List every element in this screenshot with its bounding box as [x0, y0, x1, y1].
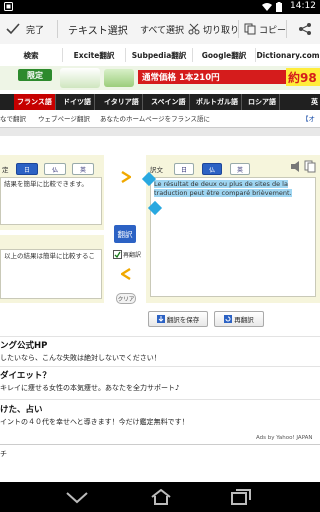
wifi-icon — [262, 2, 272, 11]
ad-list-item[interactable]: ング公式HP したいなら、こんな失敗は絶対しないでください！ — [0, 339, 320, 362]
copy-document-icon[interactable] — [304, 160, 316, 173]
system-nav-bar — [0, 482, 320, 512]
target-textarea[interactable]: Le résultat de deux ou plus de sites de … — [150, 177, 316, 297]
translate-button[interactable]: 翻訳 — [114, 225, 136, 243]
source-lang-ja-button[interactable]: 日 — [16, 163, 38, 175]
status-bar: 14:12 — [0, 0, 320, 14]
ad-banner[interactable]: 限定 通常価格 1本210円 約98 — [0, 66, 320, 90]
share-button[interactable] — [298, 14, 312, 44]
copy-icon — [244, 23, 256, 35]
target-lang-en-button[interactable]: 英 — [230, 163, 250, 175]
source-lang-en-button[interactable]: 英 — [72, 163, 94, 175]
collapse-keyboard-icon[interactable] — [64, 490, 90, 504]
translate-area: 定 日 仏 英 結果を簡単に比較できます。 以上の結果は簡単に比較するこ 翻訳 … — [0, 155, 320, 335]
tab-subpedia[interactable]: Subpedia翻訳 — [126, 44, 192, 66]
ad-list-item[interactable]: ダイエット？ キレイに痩せる女性の本気痩せ。あなたを全力サポート♪ — [0, 369, 320, 392]
speaker-icon[interactable] — [290, 161, 302, 172]
action-bar-title: テキスト選択 — [68, 25, 128, 37]
ad-list-title: けた、占い — [0, 405, 43, 415]
subnav-webpage-translate[interactable]: ウェブページ翻訳 — [38, 113, 90, 123]
ad-list-item[interactable]: けた、占い イントの４０代を幸せへと導きます！今だけ鑑定無料です！ — [0, 403, 320, 426]
tab-search[interactable]: 検索 — [0, 44, 62, 66]
footer-text: チ — [0, 450, 7, 458]
target-lang-ja-button[interactable]: 日 — [174, 163, 194, 175]
retranslate-checkbox[interactable]: 再翻訳 — [113, 250, 141, 259]
ad-list-title: ダイエット？ — [0, 371, 51, 381]
ad-discount-text: 約98 — [286, 68, 320, 86]
target-panel: 訳文 日 仏 英 Le résultat de deux ou plus de … — [141, 155, 320, 303]
share-icon — [299, 23, 311, 35]
save-translation-label: 翻訳を保存 — [166, 316, 200, 324]
ad-list-desc: したいなら、こんな失敗は絶対しないでください！ — [0, 354, 161, 362]
ad-price-text: 通常価格 1本210円 — [138, 70, 286, 84]
source-panel: 定 日 仏 英 結果を簡単に比較できます。 — [0, 155, 104, 230]
ad-list-desc: イントの４０代を幸せへと導きます！今だけ鑑定無料です！ — [0, 418, 189, 426]
lang-russian[interactable]: ロシア語 — [245, 94, 280, 110]
lang-english[interactable]: 英 — [308, 94, 320, 110]
subnav-text-translate[interactable]: なで翻訳 — [0, 113, 26, 123]
checkbox-icon — [113, 250, 122, 259]
source-label: 定 — [2, 166, 9, 174]
ads-by-yahoo-link[interactable]: Ads by Yahoo! JAPAN — [256, 435, 313, 441]
lang-german[interactable]: ドイツ語 — [60, 94, 95, 110]
cut-button[interactable]: 切り取り — [188, 14, 239, 44]
lang-french[interactable]: フランス語 — [14, 94, 56, 110]
retranslated-textarea[interactable]: 以上の結果は簡単に比較するこ — [0, 249, 102, 299]
select-all-button[interactable]: すべて選択 — [140, 14, 184, 44]
section-divider — [0, 127, 320, 136]
target-label: 訳文 — [150, 166, 163, 174]
refresh-icon — [224, 315, 233, 323]
site-tabs: 検索 Excite翻訳 Subpedia翻訳 Google翻訳 Dictiona… — [0, 44, 320, 67]
subnav-homepage-translate[interactable]: あなたのホームページをフランス語に — [100, 113, 210, 123]
copy-button[interactable]: コピー — [244, 14, 286, 44]
tab-excite[interactable]: Excite翻訳 — [63, 44, 125, 66]
battery-icon — [276, 2, 285, 12]
done-button[interactable]: 完了 — [6, 14, 44, 44]
retranslate-checkbox-label: 再翻訳 — [123, 252, 142, 259]
clear-button[interactable]: クリア — [116, 293, 136, 304]
text-selection-action-bar: 完了 テキスト選択 すべて選択 切り取り コピー — [0, 14, 320, 45]
lang-portuguese[interactable]: ポルトガル語 — [193, 94, 242, 110]
save-translation-button[interactable]: 翻訳を保存 — [148, 311, 208, 327]
notification-icon — [4, 2, 13, 11]
clock: 14:12 — [290, 1, 316, 11]
check-icon — [6, 23, 20, 35]
ad-badge: 限定 — [18, 69, 52, 81]
ad-list-title: ング公式HP — [0, 341, 48, 351]
ad-product-image — [60, 68, 100, 88]
ad-list-desc: キレイに痩せる女性の本気痩せ。あなたを全力サポート♪ — [0, 384, 180, 392]
cut-label: 切り取り — [203, 25, 240, 36]
scissors-icon — [188, 23, 200, 35]
select-all-label: すべて選択 — [140, 25, 185, 36]
sub-nav: なで翻訳 ウェブページ翻訳 あなたのホームページをフランス語に 【オ — [0, 112, 320, 124]
home-icon[interactable] — [150, 489, 172, 505]
target-lang-fr-button[interactable]: 仏 — [202, 163, 222, 175]
arrow-left-icon — [121, 268, 131, 280]
retranslate-label: 再翻訳 — [234, 316, 254, 324]
copy-label: コピー — [259, 25, 287, 36]
lang-spanish[interactable]: スペイン語 — [148, 94, 190, 110]
source-result-panel: 以上の結果は簡単に比較するこ — [0, 235, 104, 303]
done-label: 完了 — [26, 25, 45, 36]
tab-google[interactable]: Google翻訳 — [193, 44, 255, 66]
subnav-more-link[interactable]: 【オ — [302, 113, 315, 123]
retranslate-button[interactable]: 再翻訳 — [214, 311, 264, 327]
download-icon — [156, 315, 165, 323]
language-nav: フランス語 ドイツ語 イタリア語 スペイン語 ポルトガル語 ロシア語 英 — [0, 94, 320, 110]
source-textarea[interactable]: 結果を簡単に比較できます。 — [0, 177, 102, 225]
ad-product-image-2 — [104, 69, 134, 87]
arrow-right-icon — [121, 171, 131, 183]
lang-italian[interactable]: イタリア語 — [101, 94, 143, 110]
source-lang-fr-button[interactable]: 仏 — [44, 163, 66, 175]
recent-apps-icon[interactable] — [230, 489, 252, 505]
tab-dictionary[interactable]: Dictionary.com — [256, 44, 320, 66]
selected-text[interactable]: Le résultat de deux ou plus de sites de … — [154, 180, 292, 197]
